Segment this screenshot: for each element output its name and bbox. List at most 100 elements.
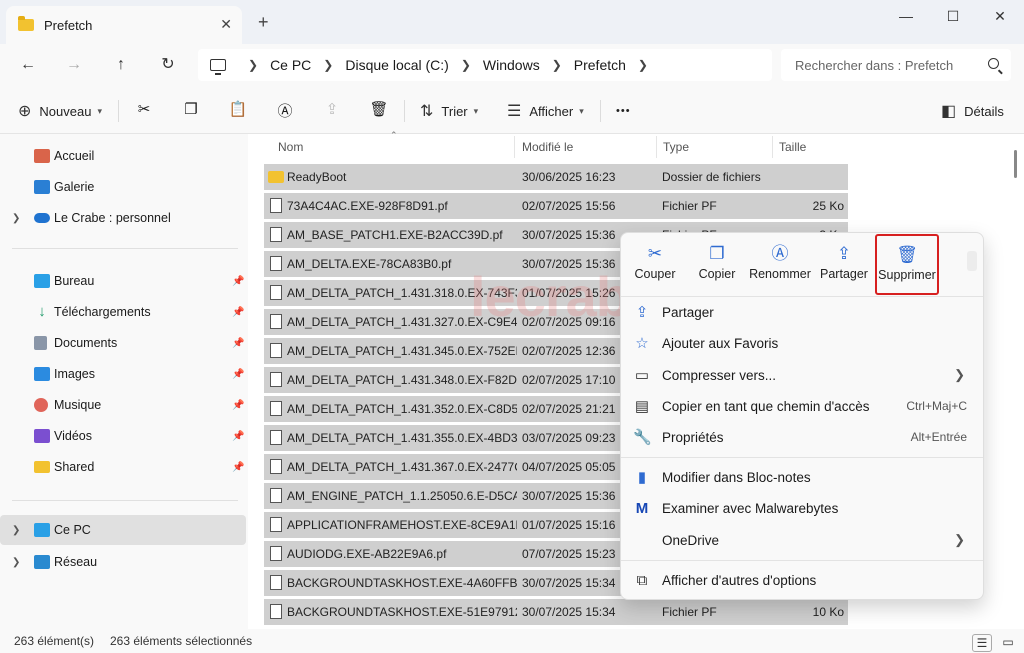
pin-icon: 📌: [232, 368, 245, 380]
sidebar-item-shared[interactable]: Shared 📌: [0, 452, 246, 482]
share-icon[interactable]: ⇪: [320, 100, 344, 122]
chevron-right-icon[interactable]: ❯: [12, 557, 20, 568]
sidebar-item-ce-pc[interactable]: ❯ Ce PC: [0, 515, 246, 545]
breadcrumb-prefetch[interactable]: Prefetch: [574, 57, 626, 73]
sidebar-item-bureau[interactable]: Bureau 📌: [0, 266, 246, 296]
close-tab-button[interactable]: ✕: [220, 16, 232, 33]
sort-indicator-icon: ⌃: [390, 130, 398, 140]
search-input[interactable]: Rechercher dans : Prefetch: [781, 49, 1011, 81]
chevron-right-icon: ❯: [954, 532, 965, 547]
chevron-right-icon: ❯: [248, 58, 259, 72]
menu-item-autres-options[interactable]: ⧉ Afficher d'autres d'options: [621, 565, 983, 595]
sidebar-item-documents[interactable]: Documents 📌: [0, 328, 246, 358]
cut-icon: ✂: [647, 244, 663, 263]
tiles-view-button[interactable]: ▭: [998, 634, 1018, 652]
cut-icon[interactable]: ✂: [132, 100, 156, 122]
file-name: AM_ENGINE_PATCH_1.1.25050.6.E-D5CA5...: [287, 489, 517, 503]
cut-button[interactable]: ✂ Couper: [624, 239, 686, 293]
wrench-icon: 🔧: [633, 429, 652, 446]
menu-item-favoris[interactable]: ☆ Ajouter aux Favoris: [621, 328, 983, 358]
view-icon: ☰: [507, 103, 522, 120]
vertical-scrollbar[interactable]: [1014, 150, 1017, 178]
table-row[interactable]: 73A4C4AC.EXE-928F8D91.pf 02/07/2025 15:56…: [264, 193, 848, 219]
trash-icon: 🗑: [896, 245, 918, 264]
menu-item-malwarebytes[interactable]: M Examiner avec Malwarebytes: [621, 493, 983, 523]
paste-icon[interactable]: 📋: [226, 100, 250, 122]
breadcrumb-ce-pc[interactable]: Ce PC: [270, 57, 311, 73]
file-icon: [270, 517, 282, 532]
tab-prefetch[interactable]: Prefetch ✕: [6, 6, 242, 44]
new-tab-button[interactable]: +: [258, 13, 269, 31]
folder-icon: [18, 16, 34, 31]
star-icon: ☆: [635, 335, 649, 352]
pin-icon: 📌: [232, 430, 245, 442]
home-icon: [34, 149, 50, 163]
file-name: BACKGROUNDTASKHOST.EXE-51E97912...: [287, 605, 517, 619]
share-button[interactable]: ⇪ Partager: [813, 239, 875, 293]
copy-label: Copier: [698, 267, 736, 281]
rename-button[interactable]: Ⓐ Renommer: [749, 239, 811, 293]
menu-item-partager[interactable]: ⇪ Partager: [621, 297, 983, 327]
sidebar-item-label: Bureau: [54, 274, 95, 288]
file-modified: 02/07/2025 15:56: [522, 199, 616, 213]
file-size: 25 Ko: [812, 199, 844, 213]
refresh-button[interactable]: ↻: [155, 54, 181, 78]
maximize-button[interactable]: ☐: [938, 8, 968, 25]
share-icon: ⇪: [836, 244, 852, 263]
sidebar-item-onedrive[interactable]: ❯ Le Crabe : personnel: [0, 203, 246, 233]
column-header-name[interactable]: Nom: [278, 134, 303, 160]
column-header-type[interactable]: Type: [663, 134, 689, 160]
sidebar-item-accueil[interactable]: Accueil: [0, 141, 246, 171]
sidebar-item-videos[interactable]: Vidéos 📌: [0, 421, 246, 451]
tab-title: Prefetch: [44, 17, 93, 33]
sidebar-item-telechargements[interactable]: ↓ Téléchargements 📌: [0, 297, 246, 327]
sort-button[interactable]: ⇅ Trier ▾: [420, 99, 478, 123]
up-button[interactable]: ↑: [108, 54, 134, 78]
gallery-icon: [34, 180, 50, 194]
chevron-right-icon[interactable]: ❯: [12, 213, 20, 224]
sidebar-item-reseau[interactable]: ❯ Réseau: [0, 547, 246, 577]
delete-button[interactable]: 🗑 Supprimer: [875, 234, 939, 295]
file-name: AM_DELTA_PATCH_1.431.367.0.EX-2477C...: [287, 460, 517, 474]
file-icon: [270, 372, 282, 387]
breadcrumb-windows[interactable]: Windows: [483, 57, 540, 73]
pin-icon: 📌: [232, 306, 245, 318]
table-row[interactable]: ReadyBoot 30/06/2025 16:23 Dossier de fich…: [264, 164, 848, 190]
menu-item-bloc-notes[interactable]: ▮ Modifier dans Bloc-notes: [621, 462, 983, 492]
view-label: Afficher: [529, 103, 574, 119]
rename-icon: Ⓐ: [771, 244, 789, 263]
sidebar-item-musique[interactable]: Musique 📌: [0, 390, 246, 420]
trash-icon[interactable]: 🗑: [367, 100, 391, 122]
table-row[interactable]: BACKGROUNDTASKHOST.EXE-51E97912... 30/07/…: [264, 599, 848, 625]
back-button[interactable]: ←: [15, 54, 41, 78]
menu-item-compresser[interactable]: ▭ Compresser vers... ❯: [621, 360, 983, 390]
details-view-button[interactable]: ☰: [972, 634, 992, 652]
copy-icon[interactable]: ❐: [179, 100, 203, 122]
details-button[interactable]: ◧ Détails: [941, 99, 1004, 123]
rename-icon[interactable]: Ⓐ: [273, 100, 297, 122]
sidebar-item-galerie[interactable]: Galerie: [0, 172, 246, 202]
address-bar[interactable]: ❯ Ce PC ❯ Disque local (C:) ❯ Windows ❯ …: [198, 49, 772, 81]
menu-item-proprietes[interactable]: 🔧 Propriétés Alt+Entrée: [621, 422, 983, 452]
minimize-button[interactable]: —: [891, 8, 921, 24]
new-button[interactable]: ⊕ Nouveau ▾: [18, 99, 102, 123]
view-button[interactable]: ☰ Afficher ▾: [507, 99, 584, 123]
column-header-modified[interactable]: Modifié le: [522, 134, 573, 160]
file-type: Dossier de fichiers: [662, 170, 761, 184]
breadcrumb-disque-local[interactable]: Disque local (C:): [345, 57, 448, 73]
menu-item-onedrive[interactable]: OneDrive ❯: [621, 525, 983, 555]
chevron-right-icon[interactable]: ❯: [12, 525, 20, 536]
forward-button[interactable]: →: [61, 54, 87, 78]
more-options-button[interactable]: •••: [616, 99, 631, 123]
chevron-down-icon: ▾: [97, 105, 102, 116]
menu-divider: [621, 560, 983, 561]
pin-icon: 📌: [232, 275, 245, 287]
sidebar-item-label: Documents: [54, 336, 118, 350]
file-name: AM_DELTA_PATCH_1.431.348.0.EX-F82DA...: [287, 373, 517, 387]
sidebar-item-images[interactable]: Images 📌: [0, 359, 246, 389]
copy-button[interactable]: ❐ Copier: [686, 239, 748, 293]
close-window-button[interactable]: ✕: [985, 8, 1015, 25]
file-icon: [270, 343, 282, 358]
column-header-size[interactable]: Taille: [779, 134, 806, 160]
menu-item-copier-chemin[interactable]: ▤ Copier en tant que chemin d'accès Ctrl…: [621, 391, 983, 421]
